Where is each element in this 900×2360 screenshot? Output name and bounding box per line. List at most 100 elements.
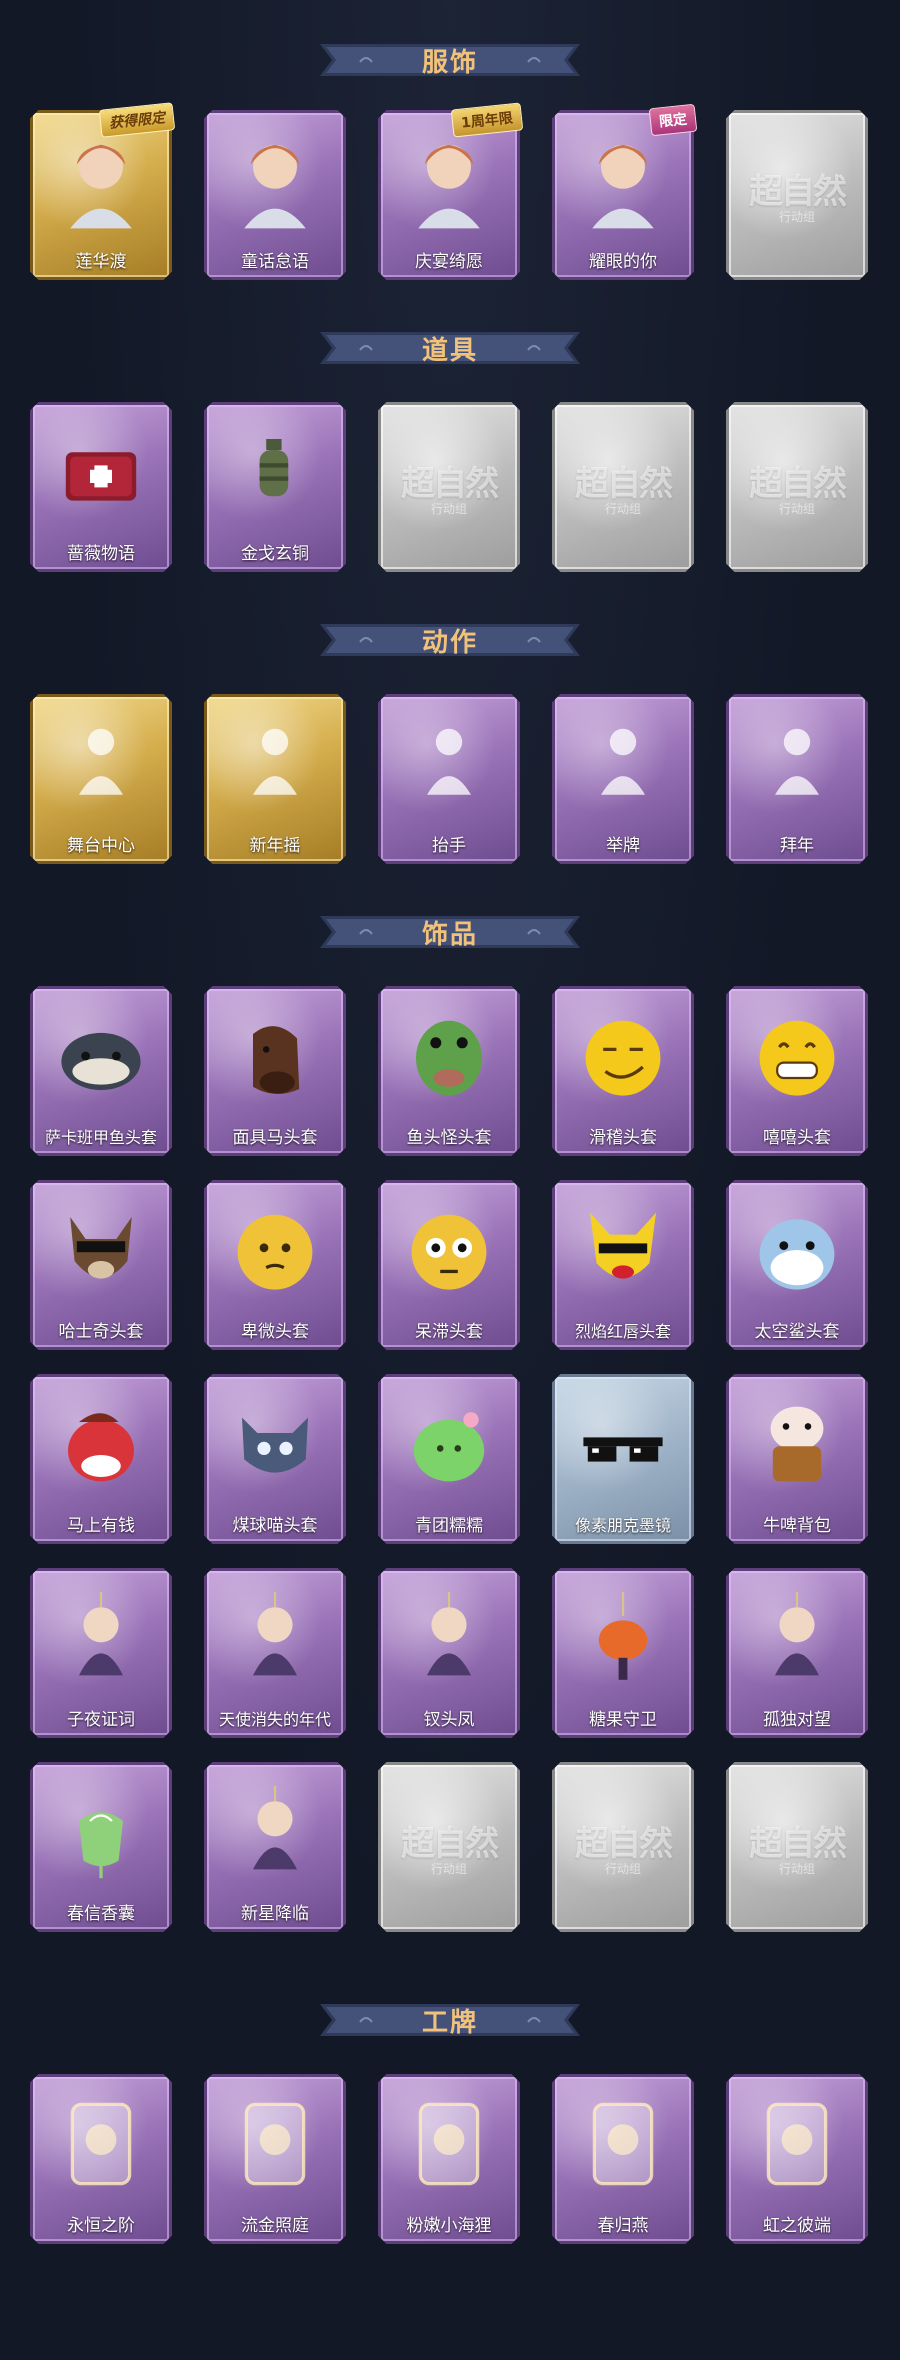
pose-figure-icon <box>204 694 346 834</box>
item-card[interactable]: 举牌 <box>552 694 694 864</box>
item-card[interactable]: 拜年 <box>726 694 868 864</box>
item-card[interactable]: 1周年限 庆宴绮愿 <box>378 102 524 280</box>
red-horse-icon <box>30 1374 172 1514</box>
item-card[interactable]: 超自然 行动组 <box>726 402 868 572</box>
item-name: 孤独对望 <box>763 1710 831 1730</box>
item-name: 流金照庭 <box>241 2216 309 2236</box>
item-name: 抬手 <box>432 836 466 856</box>
item-card[interactable]: 鱼头怪头套 <box>378 986 520 1156</box>
humble-face-icon <box>204 1180 346 1320</box>
item-card[interactable]: 萨卡班甲鱼头套 <box>30 986 172 1156</box>
section-title: 道具 <box>421 335 478 366</box>
item-card[interactable]: 舞台中心 <box>30 694 172 864</box>
item-card[interactable]: 天使消失的年代 <box>204 1568 346 1738</box>
item-name: 举牌 <box>606 836 640 856</box>
item-name: 滑稽头套 <box>589 1128 657 1148</box>
item-name: 哈士奇头套 <box>58 1322 144 1342</box>
item-card[interactable]: 新星降临 <box>204 1762 346 1932</box>
item-name: 庆宴绮愿 <box>415 252 483 272</box>
item-card[interactable]: 蔷薇物语 <box>30 402 172 572</box>
item-card[interactable]: 滑稽头套 <box>552 986 694 1156</box>
item-card[interactable]: 卑微头套 <box>204 1180 346 1350</box>
item-card[interactable]: 超自然 行动组 <box>552 402 694 572</box>
pumpkin-charm-icon <box>552 1568 694 1708</box>
item-card[interactable]: 超自然 行动组 <box>378 1762 520 1932</box>
item-name: 钗头凤 <box>423 1710 475 1730</box>
item-card[interactable]: 哈士奇头套 <box>30 1180 172 1350</box>
section-banner: 动作 <box>320 618 580 662</box>
item-card[interactable]: 流金照庭 <box>204 2074 346 2244</box>
placeholder-subtitle: 行动组 <box>778 1862 815 1876</box>
stare-face-icon <box>378 1180 520 1320</box>
item-card[interactable]: 烈焰红唇头套 <box>552 1180 694 1350</box>
smirk-face-icon <box>552 986 694 1126</box>
item-card[interactable]: 太空鲨头套 <box>726 1180 868 1350</box>
badge-card-icon <box>378 2074 520 2214</box>
green-dumpling-icon <box>378 1374 520 1514</box>
item-card[interactable]: 永恒之阶 <box>30 2074 172 2244</box>
item-name: 童话怠语 <box>241 252 309 272</box>
item-name: 面具马头套 <box>232 1128 318 1148</box>
item-card[interactable]: 牛啤背包 <box>726 1374 868 1544</box>
item-name: 天使消失的年代 <box>218 1710 331 1729</box>
item-name: 呆滞头套 <box>415 1322 483 1342</box>
section-banner: 道具 <box>320 326 580 370</box>
placeholder-logo-icon: 超自然 <box>749 1824 847 1864</box>
fish-head-icon <box>30 986 172 1126</box>
grin-face-icon <box>726 986 868 1126</box>
item-card[interactable]: 孤独对望 <box>726 1568 868 1738</box>
item-card[interactable]: 青团糯糯 <box>378 1374 520 1544</box>
item-card[interactable]: 抬手 <box>378 694 520 864</box>
item-name: 子夜证词 <box>67 1710 135 1730</box>
item-name: 煤球喵头套 <box>232 1516 318 1536</box>
item-card[interactable]: 限定 耀眼的你 <box>552 103 698 280</box>
section-banner: 饰品 <box>320 910 580 954</box>
item-card[interactable]: 呆滞头套 <box>378 1180 520 1350</box>
section-title: 工牌 <box>421 2007 478 2038</box>
item-card[interactable]: 超自然 行动组 <box>726 110 868 280</box>
item-name: 牛啤背包 <box>763 1516 831 1536</box>
item-name: 卑微头套 <box>241 1322 309 1342</box>
item-card[interactable]: 钗头凤 <box>378 1568 520 1738</box>
section-1: 道具 蔷薇物语 金戈玄铜 超自然 行动组 超自然 行动组 超自然 行动组 <box>0 318 900 596</box>
badge-card-icon <box>726 2074 868 2214</box>
item-name: 马上有钱 <box>67 1516 135 1536</box>
placeholder-logo-icon: 超自然 <box>575 1824 673 1864</box>
item-card[interactable]: 嘻嘻头套 <box>726 986 868 1156</box>
item-name: 新星降临 <box>241 1904 309 1924</box>
item-card[interactable]: 超自然 行动组 <box>552 1762 694 1932</box>
item-card[interactable]: 粉嫩小海狸 <box>378 2074 520 2244</box>
charm-doll-icon <box>378 1568 520 1708</box>
item-card[interactable]: 像素朋克墨镜 <box>552 1374 694 1544</box>
badge-card-icon <box>30 2074 172 2214</box>
item-name: 拜年 <box>780 836 814 856</box>
item-card[interactable]: 春信香囊 <box>30 1762 172 1932</box>
item-card[interactable]: 获得限定 莲华渡 <box>30 102 176 280</box>
charm-doll-icon <box>726 1568 868 1708</box>
item-name: 春归燕 <box>597 2216 649 2236</box>
item-card[interactable]: 超自然 行动组 <box>378 402 520 572</box>
section-header: 道具 <box>0 318 900 378</box>
item-name: 蔷薇物语 <box>67 544 135 564</box>
item-card[interactable]: 糖果守卫 <box>552 1568 694 1738</box>
item-card[interactable]: 金戈玄铜 <box>204 402 346 572</box>
item-card[interactable]: 马上有钱 <box>30 1374 172 1544</box>
page: 服饰 获得限定 莲华渡 童话怠语 1周年限 庆宴绮愿 限定 耀眼的你 超自然 行动组 道具 蔷薇物语金… <box>0 0 900 2360</box>
item-card[interactable]: 童话怠语 <box>204 110 346 280</box>
placeholder-subtitle: 行动组 <box>604 502 641 516</box>
item-card[interactable]: 超自然 行动组 <box>726 1762 868 1932</box>
item-name: 萨卡班甲鱼头套 <box>44 1128 157 1147</box>
item-card[interactable]: 春归燕 <box>552 2074 694 2244</box>
section-header: 工牌 <box>0 1990 900 2050</box>
item-card[interactable]: 新年摇 <box>204 694 346 864</box>
shark-head-icon <box>726 1180 868 1320</box>
item-name: 青团糯糯 <box>415 1516 483 1536</box>
item-grid: 萨卡班甲鱼头套 面具马头套 鱼头怪头套 滑稽头套 嘻嘻头套哈士奇头套 卑微头套 呆滞头套 烈焰… <box>0 986 900 1956</box>
section-title: 服饰 <box>421 47 478 78</box>
placeholder-logo-icon: 超自然 <box>749 464 847 504</box>
item-card[interactable]: 子夜证词 <box>30 1568 172 1738</box>
item-card[interactable]: 虹之彼端 <box>726 2074 868 2244</box>
horse-head-icon <box>204 986 346 1126</box>
item-card[interactable]: 煤球喵头套 <box>204 1374 346 1544</box>
item-card[interactable]: 面具马头套 <box>204 986 346 1156</box>
